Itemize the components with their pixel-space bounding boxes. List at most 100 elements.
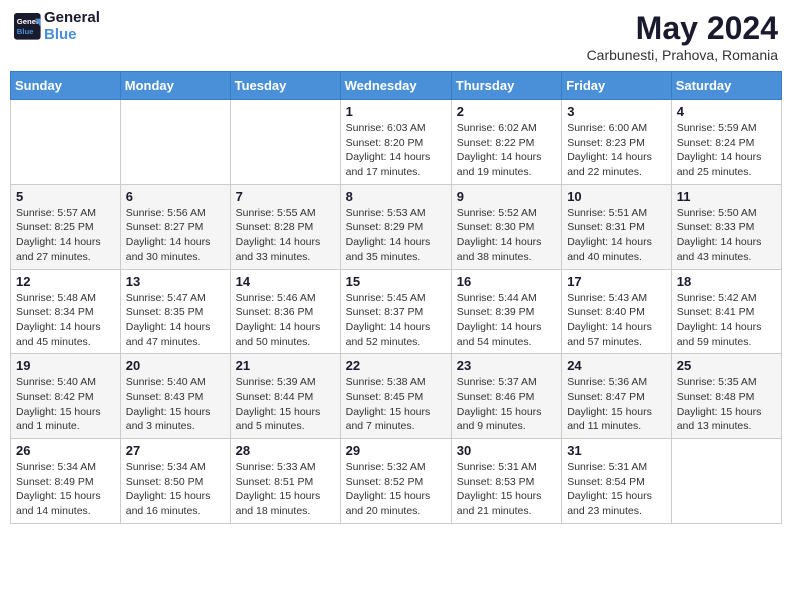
day-number: 14 <box>236 274 335 289</box>
calendar-cell: 2 Sunrise: 6:02 AMSunset: 8:22 PMDaylight… <box>451 100 561 185</box>
calendar-cell: 15Sunrise: 5:45 AMSunset: 8:37 PMDayligh… <box>340 269 451 354</box>
day-number: 21 <box>236 358 335 373</box>
day-number: 7 <box>236 189 335 204</box>
calendar-cell: 16Sunrise: 5:44 AMSunset: 8:39 PMDayligh… <box>451 269 561 354</box>
calendar-cell: 26Sunrise: 5:34 AMSunset: 8:49 PMDayligh… <box>11 439 121 524</box>
day-info: Sunrise: 5:55 AMSunset: 8:28 PMDaylight:… <box>236 206 335 265</box>
day-info: Sunrise: 6:02 AMSunset: 8:22 PMDaylight:… <box>457 121 556 180</box>
day-number: 26 <box>16 443 115 458</box>
weekday-header-saturday: Saturday <box>671 72 781 100</box>
weekday-header-monday: Monday <box>120 72 230 100</box>
week-row-2: 5 Sunrise: 5:57 AMSunset: 8:25 PMDaylight… <box>11 184 782 269</box>
day-info: Sunrise: 5:34 AMSunset: 8:50 PMDaylight:… <box>126 460 225 519</box>
day-info: Sunrise: 5:50 AMSunset: 8:33 PMDaylight:… <box>677 206 776 265</box>
weekday-header-row: SundayMondayTuesdayWednesdayThursdayFrid… <box>11 72 782 100</box>
calendar-cell: 24 Sunrise: 5:36 AMSunset: 8:47 PMDayligh… <box>562 354 672 439</box>
calendar-cell: 19 Sunrise: 5:40 AMSunset: 8:42 PMDayligh… <box>11 354 121 439</box>
day-number: 5 <box>16 189 115 204</box>
day-number: 20 <box>126 358 225 373</box>
calendar-cell: 25 Sunrise: 5:35 AMSunset: 8:48 PMDayligh… <box>671 354 781 439</box>
weekday-header-thursday: Thursday <box>451 72 561 100</box>
day-number: 8 <box>346 189 446 204</box>
day-info: Sunrise: 5:36 AMSunset: 8:47 PMDaylight:… <box>567 375 666 434</box>
weekday-header-wednesday: Wednesday <box>340 72 451 100</box>
calendar-cell: 27 Sunrise: 5:34 AMSunset: 8:50 PMDayligh… <box>120 439 230 524</box>
calendar-cell: 22Sunrise: 5:38 AMSunset: 8:45 PMDayligh… <box>340 354 451 439</box>
day-info: Sunrise: 5:59 AMSunset: 8:24 PMDaylight:… <box>677 121 776 180</box>
day-info: Sunrise: 5:35 AMSunset: 8:48 PMDaylight:… <box>677 375 776 434</box>
day-number: 12 <box>16 274 115 289</box>
logo: General Blue General Blue <box>14 10 100 43</box>
logo-line2: Blue <box>44 27 100 44</box>
day-number: 29 <box>346 443 446 458</box>
day-number: 6 <box>126 189 225 204</box>
calendar-cell: 10 Sunrise: 5:51 AMSunset: 8:31 PMDayligh… <box>562 184 672 269</box>
calendar-cell: 20 Sunrise: 5:40 AMSunset: 8:43 PMDayligh… <box>120 354 230 439</box>
day-number: 30 <box>457 443 556 458</box>
calendar-cell: 7 Sunrise: 5:55 AMSunset: 8:28 PMDaylight… <box>230 184 340 269</box>
calendar-cell: 8Sunrise: 5:53 AMSunset: 8:29 PMDaylight… <box>340 184 451 269</box>
calendar-cell <box>230 100 340 185</box>
calendar-cell: 28Sunrise: 5:33 AMSunset: 8:51 PMDayligh… <box>230 439 340 524</box>
day-number: 3 <box>567 104 666 119</box>
day-number: 24 <box>567 358 666 373</box>
day-info: Sunrise: 5:39 AMSunset: 8:44 PMDaylight:… <box>236 375 335 434</box>
logo-line1: General <box>44 10 100 27</box>
day-number: 16 <box>457 274 556 289</box>
day-number: 11 <box>677 189 776 204</box>
calendar-cell: 17 Sunrise: 5:43 AMSunset: 8:40 PMDayligh… <box>562 269 672 354</box>
calendar-cell <box>11 100 121 185</box>
day-info: Sunrise: 5:43 AMSunset: 8:40 PMDaylight:… <box>567 291 666 350</box>
calendar-cell: 23 Sunrise: 5:37 AMSunset: 8:46 PMDayligh… <box>451 354 561 439</box>
day-number: 13 <box>126 274 225 289</box>
calendar-cell <box>120 100 230 185</box>
weekday-header-sunday: Sunday <box>11 72 121 100</box>
weekday-header-friday: Friday <box>562 72 672 100</box>
calendar-cell: 4Sunrise: 5:59 AMSunset: 8:24 PMDaylight… <box>671 100 781 185</box>
day-number: 10 <box>567 189 666 204</box>
day-info: Sunrise: 5:51 AMSunset: 8:31 PMDaylight:… <box>567 206 666 265</box>
day-info: Sunrise: 5:42 AMSunset: 8:41 PMDaylight:… <box>677 291 776 350</box>
day-info: Sunrise: 5:46 AMSunset: 8:36 PMDaylight:… <box>236 291 335 350</box>
title-block: May 2024 Carbunesti, Prahova, Romania <box>587 10 778 63</box>
day-info: Sunrise: 5:37 AMSunset: 8:46 PMDaylight:… <box>457 375 556 434</box>
day-number: 2 <box>457 104 556 119</box>
day-info: Sunrise: 5:32 AMSunset: 8:52 PMDaylight:… <box>346 460 446 519</box>
day-info: Sunrise: 5:40 AMSunset: 8:43 PMDaylight:… <box>126 375 225 434</box>
month-title: May 2024 <box>587 10 778 47</box>
calendar-cell: 1 Sunrise: 6:03 AMSunset: 8:20 PMDaylight… <box>340 100 451 185</box>
calendar-cell <box>671 439 781 524</box>
day-info: Sunrise: 6:00 AMSunset: 8:23 PMDaylight:… <box>567 121 666 180</box>
calendar-cell: 21 Sunrise: 5:39 AMSunset: 8:44 PMDayligh… <box>230 354 340 439</box>
page-header: General Blue General Blue May 2024 Carbu… <box>10 10 782 63</box>
calendar-cell: 6Sunrise: 5:56 AMSunset: 8:27 PMDaylight… <box>120 184 230 269</box>
calendar-body: 1 Sunrise: 6:03 AMSunset: 8:20 PMDaylight… <box>11 100 782 524</box>
calendar-table: SundayMondayTuesdayWednesdayThursdayFrid… <box>10 71 782 524</box>
day-info: Sunrise: 5:31 AMSunset: 8:54 PMDaylight:… <box>567 460 666 519</box>
day-number: 31 <box>567 443 666 458</box>
day-number: 17 <box>567 274 666 289</box>
svg-text:Blue: Blue <box>17 27 34 36</box>
calendar-cell: 14 Sunrise: 5:46 AMSunset: 8:36 PMDayligh… <box>230 269 340 354</box>
calendar-cell: 18Sunrise: 5:42 AMSunset: 8:41 PMDayligh… <box>671 269 781 354</box>
day-info: Sunrise: 5:48 AMSunset: 8:34 PMDaylight:… <box>16 291 115 350</box>
day-number: 9 <box>457 189 556 204</box>
day-number: 27 <box>126 443 225 458</box>
day-number: 23 <box>457 358 556 373</box>
day-number: 19 <box>16 358 115 373</box>
day-number: 1 <box>346 104 446 119</box>
week-row-1: 1 Sunrise: 6:03 AMSunset: 8:20 PMDaylight… <box>11 100 782 185</box>
day-info: Sunrise: 5:52 AMSunset: 8:30 PMDaylight:… <box>457 206 556 265</box>
day-info: Sunrise: 5:38 AMSunset: 8:45 PMDaylight:… <box>346 375 446 434</box>
calendar-cell: 31 Sunrise: 5:31 AMSunset: 8:54 PMDayligh… <box>562 439 672 524</box>
day-info: Sunrise: 5:57 AMSunset: 8:25 PMDaylight:… <box>16 206 115 265</box>
calendar-cell: 30Sunrise: 5:31 AMSunset: 8:53 PMDayligh… <box>451 439 561 524</box>
day-info: Sunrise: 6:03 AMSunset: 8:20 PMDaylight:… <box>346 121 446 180</box>
day-info: Sunrise: 5:45 AMSunset: 8:37 PMDaylight:… <box>346 291 446 350</box>
weekday-header-tuesday: Tuesday <box>230 72 340 100</box>
day-number: 25 <box>677 358 776 373</box>
day-info: Sunrise: 5:40 AMSunset: 8:42 PMDaylight:… <box>16 375 115 434</box>
calendar-cell: 13Sunrise: 5:47 AMSunset: 8:35 PMDayligh… <box>120 269 230 354</box>
day-number: 28 <box>236 443 335 458</box>
location-subtitle: Carbunesti, Prahova, Romania <box>587 47 778 63</box>
